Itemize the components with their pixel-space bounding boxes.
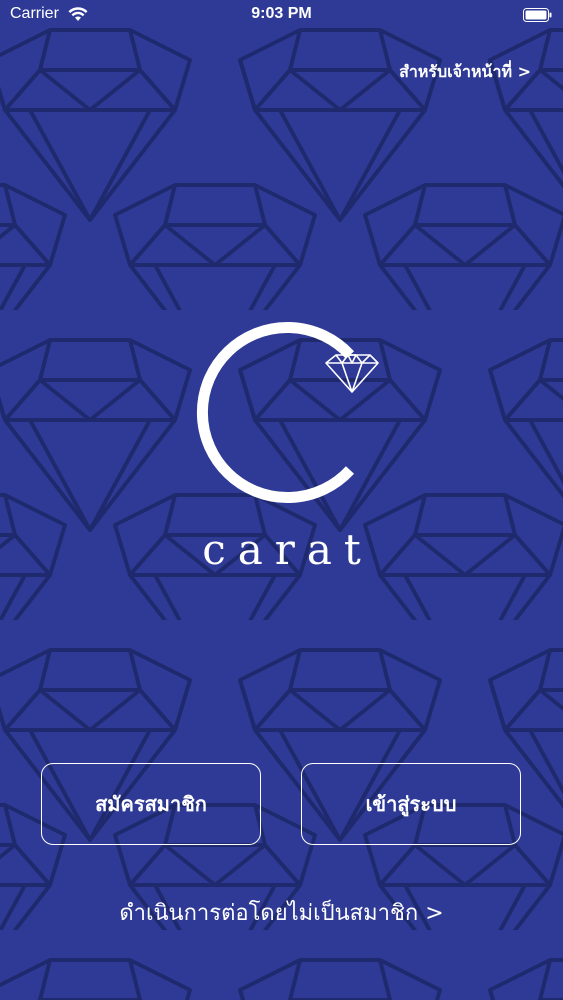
battery-icon	[523, 8, 552, 22]
login-button[interactable]: เข้าสู่ระบบ	[301, 763, 521, 845]
status-bar: Carrier 9:03 PM	[0, 0, 563, 30]
continue-as-guest-link[interactable]: ดำเนินการต่อโดยไม่เป็นสมาชิก >	[0, 895, 563, 930]
officer-login-link[interactable]: สำหรับเจ้าหน้าที่ >	[399, 60, 531, 85]
welcome-screen: Carrier 9:03 PM สำหรับเจ้าหน้าที่ > cara…	[0, 0, 563, 1000]
brand-name: carat	[202, 525, 373, 574]
register-button[interactable]: สมัครสมาชิก	[41, 763, 261, 845]
status-time: 9:03 PM	[251, 5, 312, 22]
